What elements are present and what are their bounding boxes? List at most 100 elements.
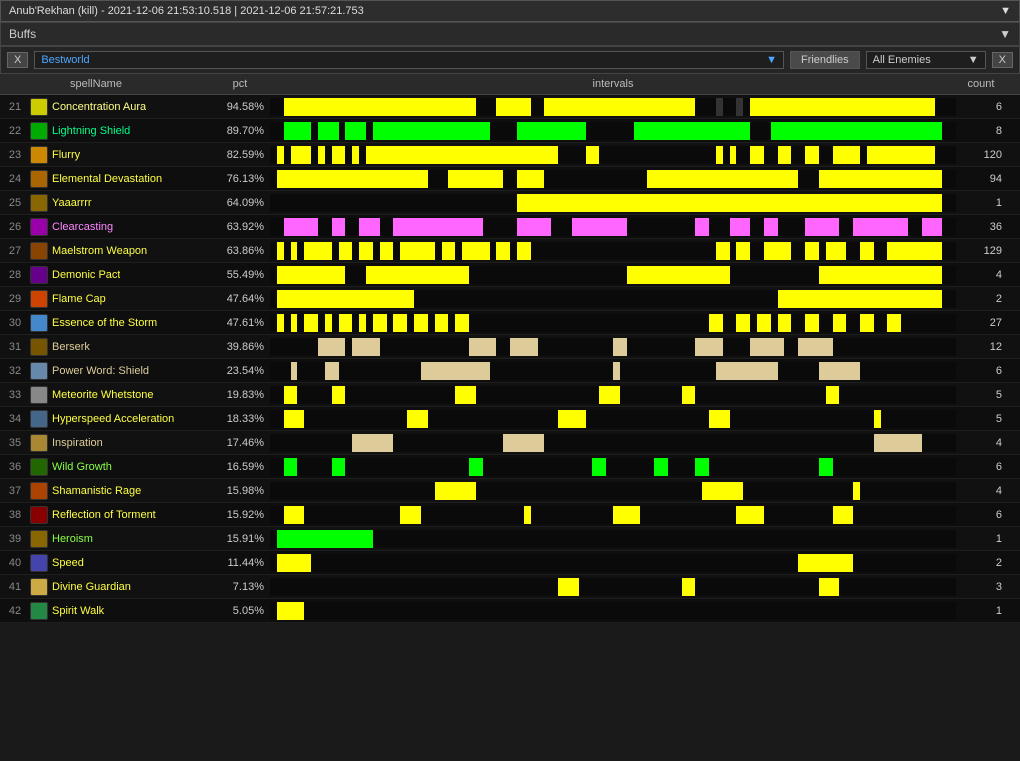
pct-cell: 15.92%	[210, 509, 270, 521]
count-cell: 4	[956, 437, 1006, 449]
interval-bar	[297, 146, 304, 164]
enemies-select-dropdown[interactable]: All Enemies ▼	[866, 51, 986, 69]
enemies-label: All Enemies	[873, 54, 931, 66]
table-row: 22Lightning Shield89.70%8	[0, 119, 1020, 143]
spell-icon	[30, 242, 48, 260]
intervals-cell	[270, 410, 956, 428]
interval-bar	[318, 146, 325, 164]
interval-bar	[709, 410, 730, 428]
interval-bar	[682, 386, 696, 404]
interval-bar	[805, 242, 819, 260]
interval-bar	[627, 266, 730, 284]
interval-bar	[874, 410, 881, 428]
row-number: 31	[0, 341, 30, 353]
pct-cell: 11.44%	[210, 557, 270, 569]
spell-cell: Heroism	[30, 530, 210, 548]
interval-bar	[750, 146, 764, 164]
count-cell: 1	[956, 605, 1006, 617]
interval-bar	[757, 314, 771, 332]
filter-clear-button[interactable]: X	[7, 52, 28, 68]
interval-bar	[448, 170, 503, 188]
row-number: 23	[0, 149, 30, 161]
interval-bar	[332, 218, 346, 236]
spell-cell: Berserk	[30, 338, 210, 356]
table-row: 39Heroism15.91%1	[0, 527, 1020, 551]
pct-cell: 63.92%	[210, 221, 270, 233]
spell-icon	[30, 530, 48, 548]
table-row: 26Clearcasting63.92%36	[0, 215, 1020, 239]
friendlies-button[interactable]: Friendlies	[790, 51, 860, 69]
interval-bar	[393, 314, 407, 332]
col-scroll	[1006, 76, 1020, 92]
interval-bar	[826, 386, 840, 404]
spell-cell: Power Word: Shield	[30, 362, 210, 380]
row-number: 36	[0, 461, 30, 473]
spell-icon	[30, 458, 48, 476]
col-spellname: spellName	[30, 76, 210, 92]
intervals-cell	[270, 146, 956, 164]
intervals-cell	[270, 506, 956, 524]
interval-bar	[393, 218, 482, 236]
pct-cell: 18.33%	[210, 413, 270, 425]
interval-bar	[709, 314, 723, 332]
interval-bar	[517, 194, 942, 212]
pct-cell: 94.58%	[210, 101, 270, 113]
interval-bar	[304, 146, 311, 164]
row-number: 35	[0, 437, 30, 449]
count-cell: 1	[956, 533, 1006, 545]
spell-cell: Elemental Devastation	[30, 170, 210, 188]
spell-cell: Lightning Shield	[30, 122, 210, 140]
pct-cell: 16.59%	[210, 461, 270, 473]
interval-bar	[352, 434, 393, 452]
table-row: 33Meteorite Whetstone19.83%5	[0, 383, 1020, 407]
table-row: 37Shamanistic Rage15.98%4	[0, 479, 1020, 503]
spell-cell: Maelstrom Weapon	[30, 242, 210, 260]
table-row: 27Maelstrom Weapon63.86%129	[0, 239, 1020, 263]
interval-bar	[352, 338, 379, 356]
pct-cell: 39.86%	[210, 341, 270, 353]
spell-icon	[30, 290, 48, 308]
interval-bar	[750, 338, 784, 356]
interval-bar	[860, 242, 874, 260]
count-cell: 5	[956, 389, 1006, 401]
table-row: 28Demonic Pact55.49%4	[0, 263, 1020, 287]
interval-bar	[572, 218, 627, 236]
col-intervals: intervals	[270, 76, 956, 92]
spell-icon	[30, 170, 48, 188]
interval-bar	[764, 218, 778, 236]
player-select-dropdown[interactable]: Bestworld ▼	[34, 51, 784, 69]
interval-bar	[332, 146, 346, 164]
interval-bar	[819, 458, 833, 476]
filter-close-button[interactable]: X	[992, 52, 1013, 68]
section-chevron: ▼	[999, 27, 1011, 41]
spell-icon	[30, 314, 48, 332]
spell-icon	[30, 578, 48, 596]
table-row: 42Spirit Walk5.05%1	[0, 599, 1020, 623]
interval-bar	[778, 146, 792, 164]
interval-bar	[496, 242, 510, 260]
interval-bar	[407, 410, 428, 428]
interval-bar	[798, 338, 832, 356]
intervals-cell	[270, 362, 956, 380]
interval-bar	[373, 122, 490, 140]
interval-bar	[325, 362, 339, 380]
spell-cell: Reflection of Torment	[30, 506, 210, 524]
interval-bar	[544, 98, 695, 116]
spell-name: Demonic Pact	[52, 269, 120, 281]
interval-bar	[400, 242, 434, 260]
row-number: 22	[0, 125, 30, 137]
intervals-cell	[270, 578, 956, 596]
table-row: 34Hyperspeed Acceleration18.33%5	[0, 407, 1020, 431]
interval-bar	[805, 218, 839, 236]
interval-bar	[764, 242, 791, 260]
interval-bar	[778, 314, 792, 332]
title-bar: Anub'Rekhan (kill) - 2021-12-06 21:53:10…	[0, 0, 1020, 22]
interval-bar	[284, 506, 305, 524]
intervals-cell	[270, 218, 956, 236]
interval-bar	[730, 218, 751, 236]
intervals-cell	[270, 98, 956, 116]
interval-bar	[613, 338, 627, 356]
section-header: Buffs ▼	[0, 22, 1020, 46]
interval-bar	[558, 410, 585, 428]
row-number: 34	[0, 413, 30, 425]
